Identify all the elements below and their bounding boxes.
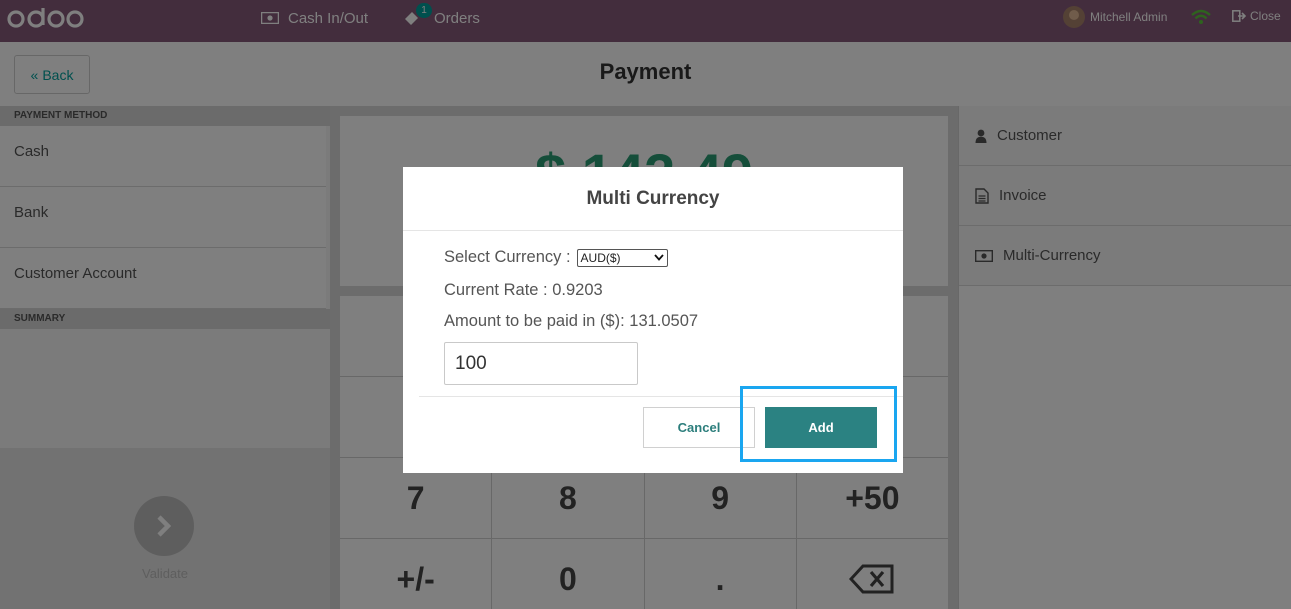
- amount-to-pay: Amount to be paid in ($): 131.0507: [444, 312, 699, 330]
- currency-select-row: Select Currency : AUD($): [444, 248, 668, 267]
- cancel-button[interactable]: Cancel: [643, 407, 755, 448]
- currency-amount-input[interactable]: [444, 342, 638, 385]
- add-button-highlight: [740, 386, 897, 462]
- current-rate: Current Rate : 0.9203: [444, 281, 603, 299]
- currency-select[interactable]: AUD($): [576, 248, 668, 267]
- select-currency-label: Select Currency :: [444, 248, 571, 266]
- chevron-down-icon: [653, 254, 664, 261]
- dialog-title: Multi Currency: [403, 167, 903, 231]
- selected-currency: AUD($): [580, 250, 621, 265]
